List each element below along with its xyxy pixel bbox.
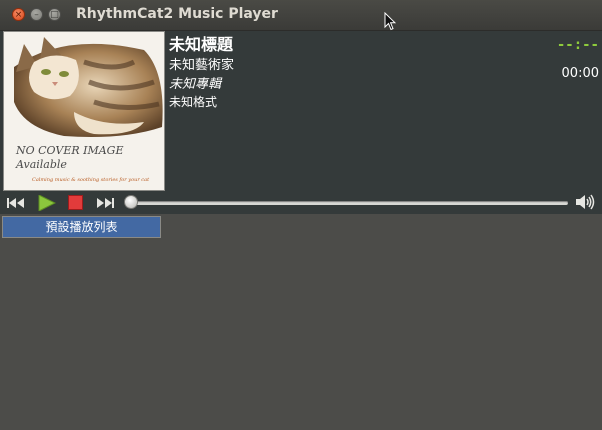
track-artist: 未知藝術家 bbox=[169, 58, 235, 73]
seek-handle[interactable] bbox=[124, 195, 138, 209]
maximize-button[interactable]: □ bbox=[48, 8, 61, 21]
previous-track-icon[interactable] bbox=[7, 198, 25, 208]
cover-tagline: Calming music & soothing stories for you… bbox=[32, 177, 150, 183]
track-title: 未知標題 bbox=[169, 35, 234, 54]
minimize-icon: – bbox=[34, 10, 39, 20]
play-icon[interactable] bbox=[38, 195, 56, 211]
minimize-button[interactable]: – bbox=[30, 8, 43, 21]
maximize-icon: □ bbox=[50, 10, 59, 20]
stop-button[interactable] bbox=[68, 195, 83, 210]
cover-placeholder-line1: NO COVER IMAGE bbox=[16, 144, 124, 157]
playlist-area bbox=[0, 214, 602, 430]
seek-bar[interactable] bbox=[128, 201, 568, 205]
lcd-time-display: --:-- bbox=[556, 37, 599, 53]
track-album: 未知專輯 bbox=[169, 77, 222, 92]
next-track-icon[interactable] bbox=[96, 198, 114, 208]
close-button[interactable]: × bbox=[12, 8, 25, 21]
track-format: 未知格式 bbox=[169, 95, 218, 109]
cover-placeholder-line2: Available bbox=[16, 158, 67, 171]
album-cover: NO COVER IMAGE Available Calming music &… bbox=[3, 31, 165, 191]
mouse-cursor-icon bbox=[384, 12, 396, 31]
window-title: RhythmCat2 Music Player bbox=[76, 6, 278, 22]
playlist-item-default[interactable]: 預設播放列表 bbox=[2, 216, 161, 238]
volume-icon[interactable] bbox=[575, 194, 595, 210]
elapsed-time: 00:00 bbox=[561, 66, 599, 81]
title-bar: × – □ RhythmCat2 Music Player bbox=[0, 0, 602, 31]
close-icon: × bbox=[14, 10, 23, 20]
cat-image-icon bbox=[4, 32, 164, 140]
